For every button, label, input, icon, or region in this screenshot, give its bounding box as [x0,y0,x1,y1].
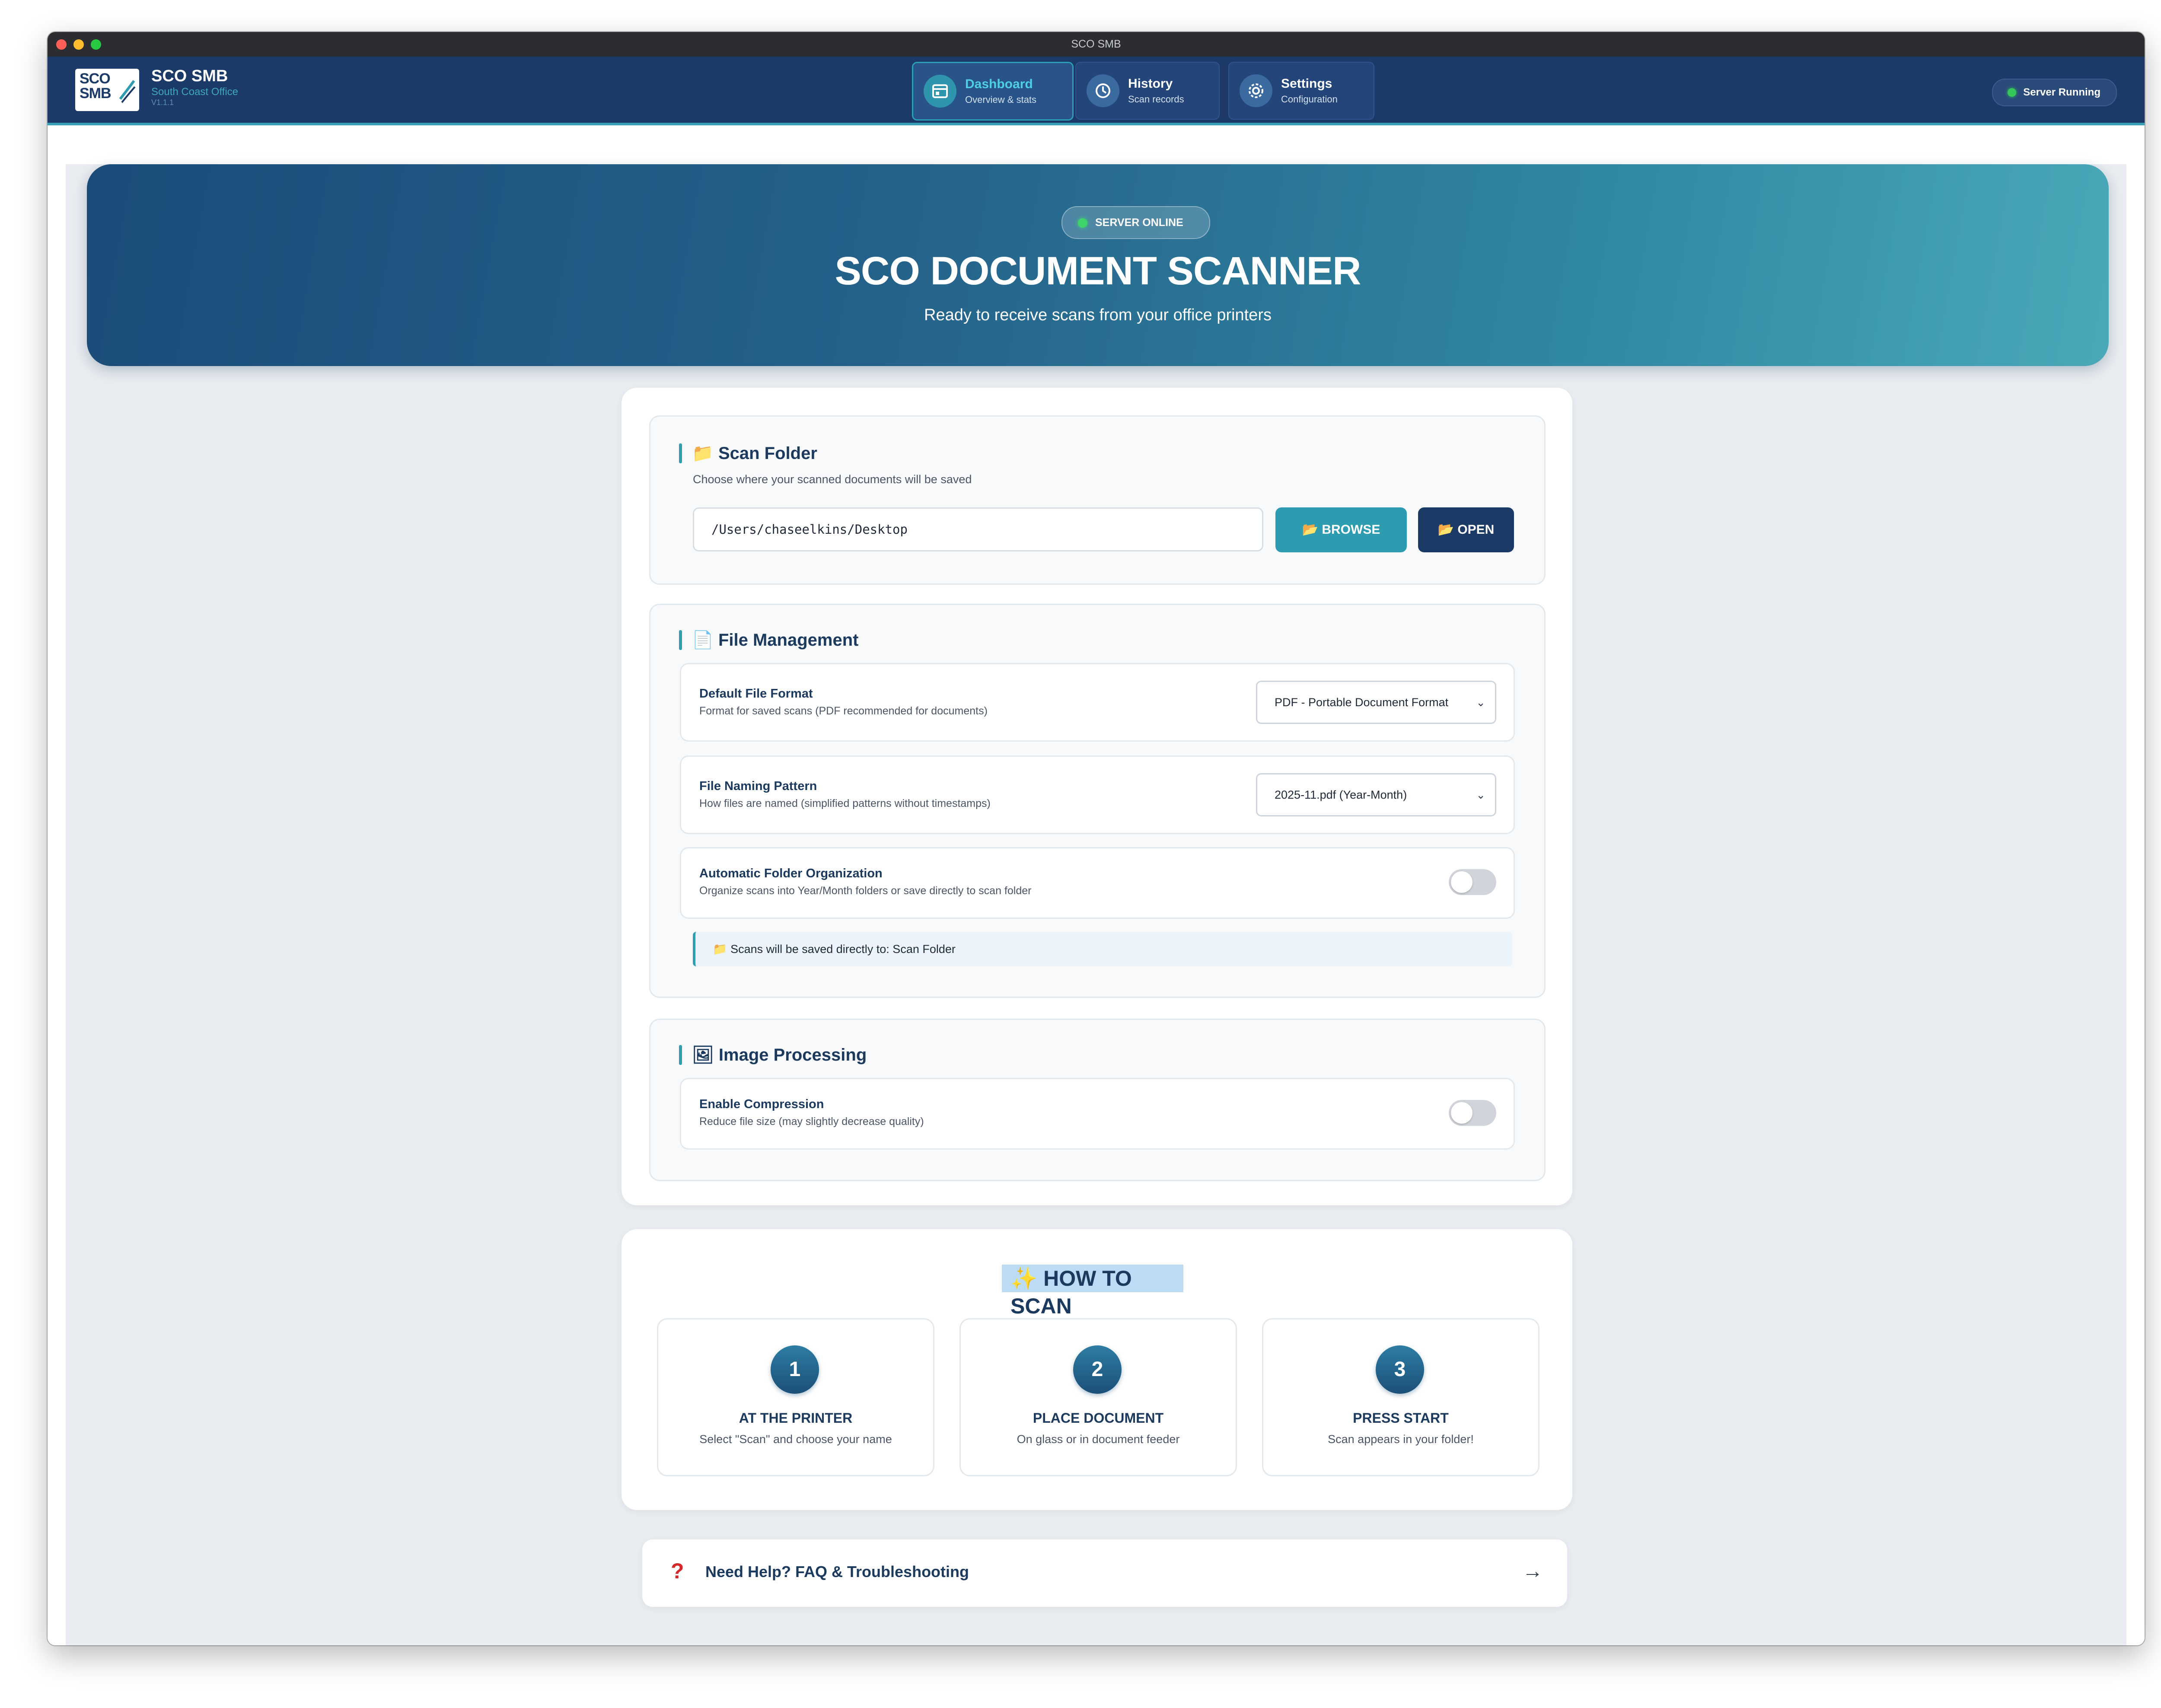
file-management-section: 📄 File Management Default File Format Fo… [649,604,1546,998]
image-processing-section: 🖼 Image Processing Enable Compression Re… [649,1019,1546,1181]
auto-folder-description: Organize scans into Year/Month folders o… [699,885,1032,897]
help-label: Need Help? FAQ & Troubleshooting [705,1563,969,1581]
scan-folder-section: 📁 Scan Folder Choose where your scanned … [649,415,1546,585]
app-version: V1.1.1 [151,98,174,107]
scan-folder-title: 📁 Scan Folder [679,443,817,464]
tab-history-label: History [1128,76,1173,91]
tab-settings[interactable]: Settings Configuration [1228,62,1374,120]
naming-pattern-label: File Naming Pattern [699,779,817,793]
server-online-label: SERVER ONLINE [1095,217,1183,229]
step-description: Select "Scan" and choose your name [699,1433,892,1446]
tab-dashboard[interactable]: Dashboard Overview & stats [912,62,1074,121]
help-faq-link[interactable]: ? Need Help? FAQ & Troubleshooting → [642,1539,1567,1607]
title-bar: SCO SMB [48,32,2145,57]
status-dot-icon [2008,88,2017,97]
server-status-label: Server Running [2023,86,2100,98]
folder-icon: 📁 [713,943,727,956]
naming-pattern-row: File Naming Pattern How files are named … [680,755,1515,834]
save-location-note: 📁 Scans will be saved directly to: Scan … [693,932,1512,966]
default-format-row: Default File Format Format for saved sca… [680,663,1515,742]
step-title: PRESS START [1353,1410,1449,1426]
default-format-select[interactable]: PDF - Portable Document Format ⌄ [1256,681,1496,724]
chevron-down-icon: ⌄ [1476,696,1485,709]
open-folder-button[interactable]: 📂 OPEN [1418,507,1514,552]
tab-settings-sub: Configuration [1281,94,1338,105]
scan-folder-path-input[interactable]: /Users/chaseelkins/Desktop [693,507,1263,551]
compression-toggle[interactable] [1449,1100,1496,1126]
page-title: SCO DOCUMENT SCANNER [835,249,1361,293]
window-title: SCO SMB [1071,38,1121,50]
history-icon [1087,74,1119,107]
file-management-title: 📄 File Management [679,629,858,651]
settings-icon [1240,74,1272,107]
step-number: 3 [1376,1345,1424,1394]
open-folder-icon: 📂 [1437,523,1454,537]
auto-folder-toggle[interactable] [1449,869,1496,895]
brand-subtitle: South Coast Office [151,86,238,98]
step-card-3: 3 PRESS START Scan appears in your folde… [1262,1318,1539,1476]
step-title: AT THE PRINTER [739,1410,853,1426]
app-window: SCO SMB SCO SMB SCO SMB South Coast Offi… [48,32,2145,1645]
step-number: 1 [771,1345,819,1394]
logo: SCO SMB [75,69,139,111]
page-subtitle: Ready to receive scans from your office … [924,306,1272,324]
online-dot-icon [1078,218,1087,228]
dashboard-icon [924,75,956,108]
image-processing-title: 🖼 Image Processing [679,1044,867,1066]
logo-wave-icon [119,80,136,103]
default-format-label: Default File Format [699,687,813,701]
how-to-scan-card: ✨ HOW TO SCAN 1 AT THE PRINTER Select "S… [622,1229,1572,1510]
document-icon: 📄 [692,631,714,650]
server-online-badge: SERVER ONLINE [1061,206,1210,239]
how-to-scan-title: ✨ HOW TO SCAN [1002,1265,1183,1318]
compression-label: Enable Compression [699,1097,824,1111]
naming-pattern-select[interactable]: 2025-11.pdf (Year-Month) ⌄ [1256,773,1496,816]
default-format-description: Format for saved scans (PDF recommended … [699,705,988,717]
tab-dashboard-label: Dashboard [965,77,1033,91]
step-description: On glass or in document feeder [1017,1433,1180,1446]
brand-name: SCO SMB [151,67,228,85]
server-status-badge: Server Running [1992,79,2117,106]
browse-button[interactable]: 📂 BROWSE [1275,507,1407,552]
compression-row: Enable Compression Reduce file size (may… [680,1078,1515,1150]
question-icon: ? [671,1559,684,1583]
compression-description: Reduce file size (may slightly decrease … [699,1115,924,1128]
sparkle-icon: ✨ [1010,1266,1038,1291]
scan-folder-description: Choose where your scanned documents will… [693,473,972,486]
step-card-1: 1 AT THE PRINTER Select "Scan" and choos… [657,1318,934,1476]
folder-icon: 📁 [692,444,714,463]
step-number: 2 [1073,1345,1122,1394]
step-card-2: 2 PLACE DOCUMENT On glass or in document… [959,1318,1237,1476]
image-icon: 🖼 [692,1045,714,1064]
auto-folder-label: Automatic Folder Organization [699,867,883,880]
tab-history-sub: Scan records [1128,94,1184,105]
naming-pattern-description: How files are named (simplified patterns… [699,797,991,809]
app-header: SCO SMB SCO SMB South Coast Office V1.1.… [48,57,2145,125]
step-title: PLACE DOCUMENT [1033,1410,1164,1426]
step-description: Scan appears in your folder! [1328,1433,1474,1446]
settings-card: 📁 Scan Folder Choose where your scanned … [622,388,1572,1205]
tab-dashboard-sub: Overview & stats [965,94,1037,105]
auto-folder-row: Automatic Folder Organization Organize s… [680,847,1515,919]
chevron-down-icon: ⌄ [1476,788,1485,801]
tab-settings-label: Settings [1281,76,1332,91]
folder-search-icon: 📂 [1302,523,1318,537]
tab-history[interactable]: History Scan records [1075,62,1220,120]
hero-banner: SERVER ONLINE SCO DOCUMENT SCANNER Ready… [87,164,2109,366]
arrow-right-icon: → [1522,1560,1543,1583]
